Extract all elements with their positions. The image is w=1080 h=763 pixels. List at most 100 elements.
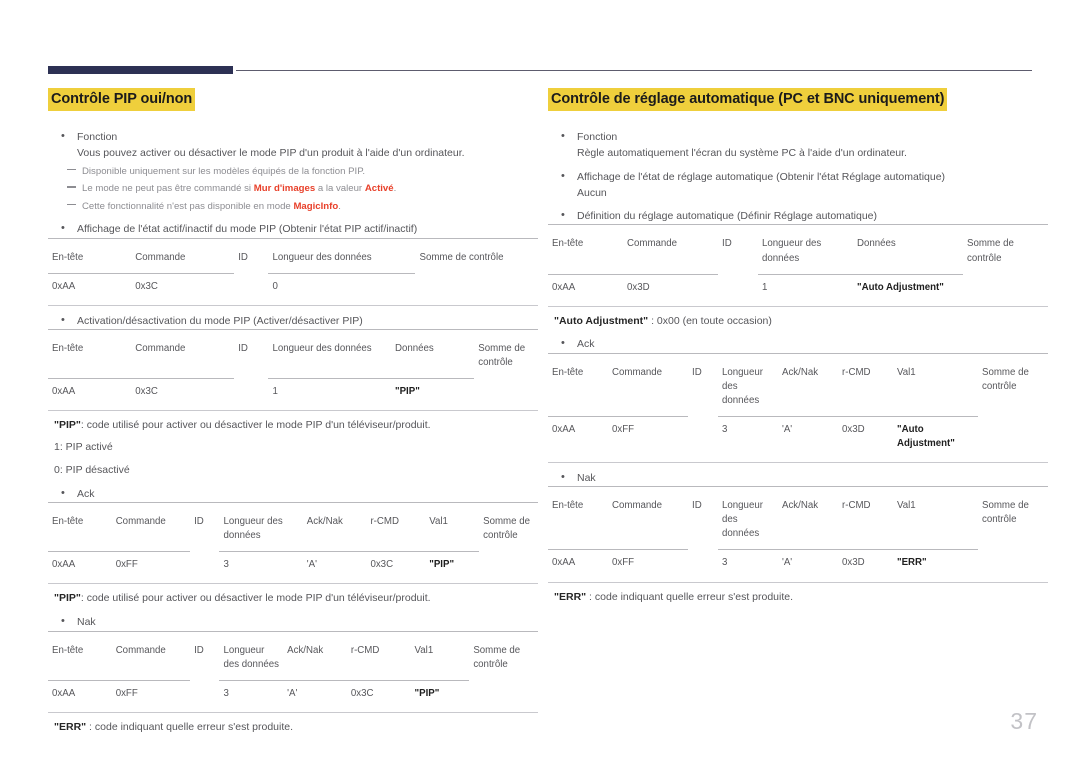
page-body: Contrôle PIP oui/non Fonction Vous pouve… [48, 88, 1048, 763]
left-err-code-label: "ERR" [54, 720, 87, 733]
table-cell [190, 552, 219, 582]
table-cell: 0xAA [52, 687, 76, 699]
left-table-nak-bottom-rule [48, 711, 538, 713]
table-header-cell: Longueur des données [268, 335, 391, 379]
left-table-get: En-tête Commande ID Longueur des données… [48, 244, 538, 303]
table-cell [474, 378, 538, 408]
right-table-nak-wrapper: En-tête Commande ID Longueur des données… [548, 486, 1048, 583]
left-pip-on: 1: PIP activé [54, 441, 113, 454]
table-row: 0xAA 0xFF 3 'A' 0x3C "PIP" [48, 552, 538, 582]
right-table-ack-wrapper: En-tête Commande ID Longueur des données… [548, 352, 1048, 464]
table-cell [190, 680, 219, 710]
table-header-cell: Val1 [425, 509, 480, 553]
table-cell: "PIP" [414, 687, 440, 699]
right-fonction-label: Fonction [577, 131, 618, 144]
table-header-cell: En-tête [48, 335, 132, 379]
left-table-set-top-rule [48, 328, 538, 330]
table-header-cell: En-tête [548, 493, 608, 551]
right-table-ack-top-rule [548, 352, 1048, 354]
table-header-cell: En-tête [48, 244, 132, 274]
table-cell: 'A' [287, 687, 298, 699]
right-section-title: Contrôle de réglage automatique (PC et B… [548, 88, 948, 112]
table-row: En-tête Commande ID Longueur des données… [48, 509, 538, 553]
table-cell [978, 416, 1048, 460]
table-header-cell: Commande [111, 637, 191, 681]
table-cell [718, 274, 758, 304]
table-cell: 0x3D [842, 423, 865, 435]
left-note-2: Le mode ne peut pas être commandé si Mur… [48, 181, 538, 197]
table-header-cell: Somme de contrôle [478, 342, 526, 368]
table-cell [415, 273, 538, 303]
page-number: 37 [1010, 708, 1038, 734]
right-bullet-get-label: Affichage de l'état de réglage automatiq… [577, 170, 946, 183]
right-bullet-fonction: Fonction Règle automatiquement l'écran d… [548, 128, 1048, 162]
table-cell: 0x3D [842, 557, 865, 569]
table-header-cell: Longueur des données [219, 637, 284, 681]
right-table-nak: En-tête Commande ID Longueur des données… [548, 493, 1048, 579]
table-cell: 0xAA [52, 559, 76, 571]
table-row: 0xAA 0x3C 0 [48, 273, 538, 303]
table-cell [234, 273, 268, 303]
table-cell [688, 550, 718, 580]
table-row: En-tête Commande ID Longueur des données… [48, 637, 538, 681]
left-column: Contrôle PIP oui/non Fonction Vous pouve… [48, 88, 538, 735]
right-bullet-get-sub: Aucun [577, 186, 607, 199]
right-bullet-ack: Ack [548, 335, 1048, 352]
left-table-ack-wrapper: En-tête Commande ID Longueur des données… [48, 502, 538, 585]
table-cell: "ERR" [897, 557, 927, 569]
table-cell: 'A' [782, 423, 793, 435]
table-cell: "PIP" [429, 559, 455, 571]
table-header-cell: ID [238, 342, 248, 354]
left-table-get-top-rule [48, 237, 538, 239]
left-note-3-c: . [338, 200, 341, 212]
table-header-cell: Commande [608, 493, 688, 551]
two-column-layout: Contrôle PIP oui/non Fonction Vous pouve… [48, 88, 1048, 735]
table-header-cell: Somme de contrôle [473, 644, 521, 670]
left-table-nak: En-tête Commande ID Longueur des données… [48, 637, 538, 710]
left-pip-code-text: : code utilisé pour activer ou désactive… [80, 418, 431, 431]
table-cell [234, 378, 268, 408]
table-cell: "Auto Adjustment" [897, 423, 955, 449]
left-fonction-text: Vous pouvez activer ou désactiver le mod… [77, 147, 465, 160]
right-table-nak-bottom-rule [548, 581, 1048, 583]
table-header-cell: Données [390, 335, 475, 379]
table-header-cell: r-CMD [838, 359, 893, 417]
left-note-2-emphasis-wall: Mur d'images [253, 183, 316, 195]
left-table-set: En-tête Commande ID Longueur des données… [48, 335, 538, 408]
left-table-nak-wrapper: En-tête Commande ID Longueur des données… [48, 630, 538, 713]
table-header-cell: Longueur des données [219, 509, 303, 553]
table-cell: 0x3C [370, 559, 394, 571]
left-table-get-bottom-rule [48, 304, 538, 306]
table-cell: 0xAA [52, 385, 76, 397]
table-cell: 0xAA [552, 423, 576, 435]
left-fonction-label: Fonction [77, 131, 118, 144]
left-note-3-emphasis-magicinfo: MagicInfo [293, 200, 339, 212]
table-header-cell: Longueur des données [718, 359, 778, 417]
table-header-cell: En-tête [48, 509, 112, 553]
right-column: Contrôle de réglage automatique (PC et B… [548, 88, 1048, 605]
table-row: 0xAA 0xFF 3 'A' 0x3D "ERR" [548, 550, 1048, 580]
left-note-2-c: a la valeur [315, 183, 365, 195]
left-section-title: Contrôle PIP oui/non [48, 88, 196, 112]
table-header-cell: Données [853, 231, 963, 275]
table-row: En-tête Commande ID Longueur des données… [548, 493, 1048, 551]
table-header-cell: Commande [608, 359, 688, 417]
table-cell: 0 [272, 280, 278, 292]
left-bullet-ack: Ack [48, 485, 538, 502]
table-header-cell: En-tête [548, 359, 608, 417]
table-header-cell: Commande [131, 244, 235, 274]
table-row: En-tête Commande ID Longueur des données… [548, 231, 1048, 275]
table-cell: 1 [762, 281, 768, 293]
table-cell: 0xAA [552, 281, 576, 293]
right-fonction-text: Règle automatiquement l'écran du système… [577, 147, 907, 160]
left-note-3-a: Cette fonctionnalité n'est pas disponibl… [82, 200, 294, 212]
table-header-cell: En-tête [48, 637, 112, 681]
right-table-nak-top-rule [548, 486, 1048, 488]
table-row: 0xAA 0x3D 1 "Auto Adjustment" [548, 274, 1048, 304]
page-header-decoration [48, 66, 1032, 74]
left-pip-code-label-2: "PIP" [54, 592, 81, 605]
table-header-cell: Val1 [893, 359, 978, 417]
left-table-set-wrapper: En-tête Commande ID Longueur des données… [48, 328, 538, 411]
left-bullet-fonction: Fonction Vous pouvez activer ou désactiv… [48, 128, 538, 162]
right-err-code-label: "ERR" [554, 590, 587, 603]
